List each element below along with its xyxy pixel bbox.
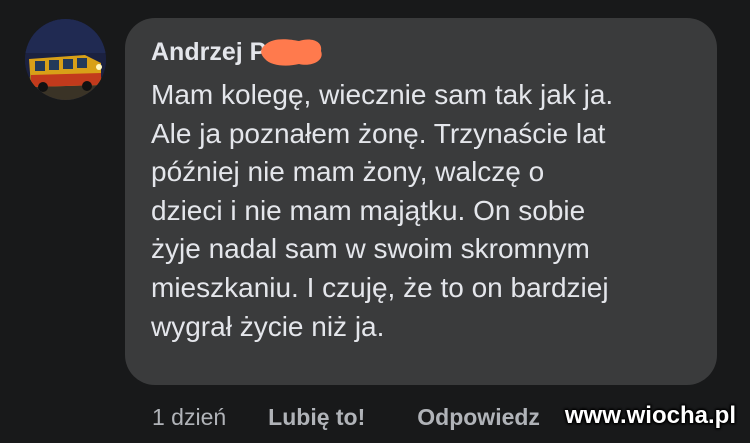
comment-author[interactable]: Andrzej P [151, 37, 266, 67]
like-button[interactable]: Lubię to! [268, 404, 365, 431]
message-line: dzieci i nie mam majątku. On sobie [151, 194, 586, 226]
message-line: Ale ja poznałem żonę. Trzynaście lat [151, 117, 606, 149]
avatar-bus-photo-icon [25, 19, 106, 100]
message-line: żyje nadal sam w swoim skromnym [151, 233, 590, 265]
message-line: później nie mam żony, walczę o [151, 156, 545, 188]
comment-bubble: Andrzej P Mam kolegę, wiecznie sam tak j… [125, 18, 717, 385]
redaction-scribble-icon [261, 39, 322, 66]
watermark: www.wiocha.pl [564, 402, 736, 429]
message-line: mieszkaniu. I czuję, że to on bardziej [151, 271, 609, 303]
comment-message: Mam kolegę, wiecznie sam tak jak ja. Ale… [151, 76, 711, 346]
message-line: wygrał życie niż ja. [151, 310, 385, 342]
message-line: Mam kolegę, wiecznie sam tak jak ja. [151, 79, 614, 110]
avatar[interactable] [25, 19, 106, 100]
comment-timestamp[interactable]: 1 dzień [152, 404, 226, 431]
comment-actions: 1 dzień Lubię to! Odpowiedz [152, 400, 540, 434]
reply-button[interactable]: Odpowiedz [417, 404, 540, 431]
